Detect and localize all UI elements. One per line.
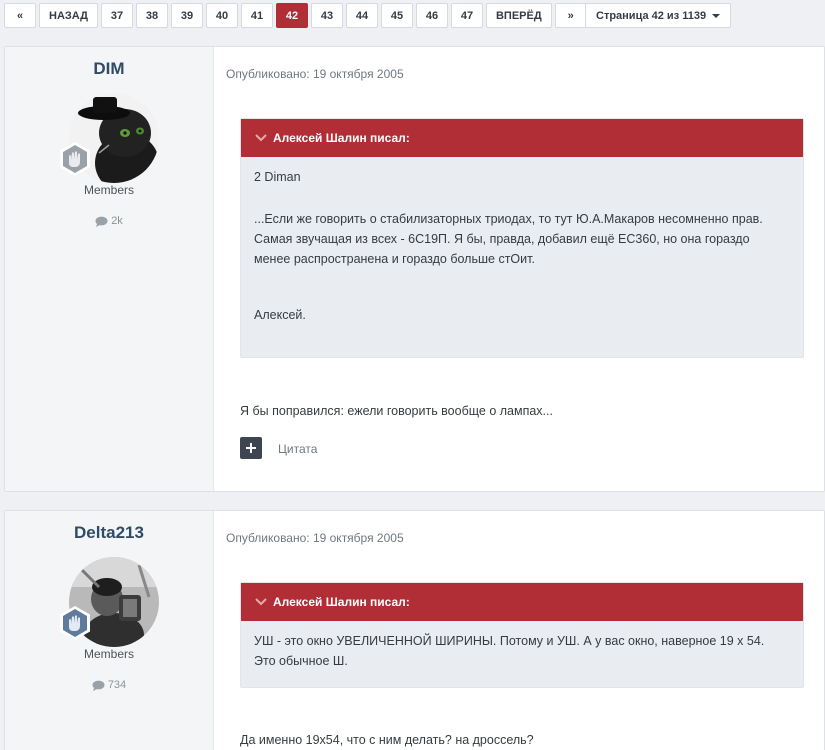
quote-line: Алексей. [254, 308, 306, 322]
quote-body: УШ - это окно УВЕЛИЧЕННОЙ ШИРИНЫ. Потому… [241, 631, 803, 671]
post-count-value: 2k [111, 215, 123, 227]
quote-line: Самая звучащая из всех - 6С19П. Я бы, пр… [254, 232, 750, 246]
comment-icon [95, 216, 108, 227]
post-content: Опубликовано: 19 октября 2005 id: 12446 … [214, 511, 824, 750]
caret-down-icon [712, 13, 721, 18]
post-date[interactable]: Опубликовано: 19 октября 2005 [226, 531, 404, 545]
quote-header[interactable]: Алексей Шалин писал: [241, 583, 803, 621]
quote-author: Алексей Шалин писал: [273, 595, 410, 609]
page-42-button[interactable]: 42 [275, 3, 308, 28]
pagination: « НАЗАД 37 38 39 40 41 42 43 44 45 46 47… [4, 3, 587, 28]
first-page-button[interactable]: « [4, 3, 36, 28]
quote-block: Алексей Шалин писал: УШ - это окно УВЕЛИ… [240, 582, 804, 688]
page-46-button[interactable]: 46 [415, 3, 448, 28]
page-44-button[interactable]: 44 [345, 3, 378, 28]
member-group: Members [83, 183, 134, 197]
author-panel: Delta213 Members 734 [5, 511, 214, 750]
quote-line: менее распространена и гораздо больше ст… [254, 252, 535, 266]
chevron-down-icon [255, 134, 267, 142]
page-jump-dropdown[interactable]: Страница 42 из 1139 [585, 3, 732, 28]
page-45-button[interactable]: 45 [380, 3, 413, 28]
comment-icon [92, 680, 105, 691]
page-41-button[interactable]: 41 [240, 3, 273, 28]
post-text: Я бы поправился: ежели говорить вообще о… [240, 404, 553, 418]
next-page-button[interactable]: ВПЕРЁД [485, 3, 552, 28]
quote-line: ...Если же говорить о стабилизаторных тр… [254, 212, 763, 226]
last-page-button[interactable]: » [554, 3, 587, 28]
quote-line: Это обычное Ш. [254, 654, 348, 668]
quote-block: Алексей Шалин писал: 2 Diman ...Если же … [240, 118, 804, 358]
author-name[interactable]: DIM [5, 59, 213, 79]
post: Delta213 Members 734 Опубликовано: 19 ок… [4, 510, 825, 750]
page-43-button[interactable]: 43 [310, 3, 343, 28]
author-name[interactable]: Delta213 [5, 523, 213, 543]
author-panel: DIM Members 2k [5, 47, 214, 491]
post-count: 2k [5, 215, 213, 227]
quote-body: 2 Diman ...Если же говорить о стабилизат… [241, 167, 803, 325]
page-38-button[interactable]: 38 [135, 3, 168, 28]
quote-line: 2 Diman [254, 170, 301, 184]
page-37-button[interactable]: 37 [100, 3, 133, 28]
post-count-value: 734 [107, 679, 127, 691]
post-text: Да именно 19х54, что с ним делать? на др… [240, 733, 534, 747]
plus-icon [246, 443, 256, 453]
post: DIM Members 2k Опубликовано: 19 октября … [4, 46, 825, 492]
quote-header[interactable]: Алексей Шалин писал: [241, 119, 803, 157]
chevron-down-icon [255, 598, 267, 606]
quote-button[interactable]: Цитата [278, 442, 317, 456]
prev-page-button[interactable]: НАЗАД [39, 3, 98, 28]
rank-badge-icon [57, 605, 93, 641]
quote-line: УШ - это окно УВЕЛИЧЕННОЙ ШИРИНЫ. Потому… [254, 634, 765, 648]
multiquote-button[interactable] [240, 437, 262, 459]
rank-badge-icon [57, 141, 93, 177]
quote-author: Алексей Шалин писал: [273, 131, 410, 145]
post-count: 734 [5, 679, 213, 691]
post-content: Опубликовано: 19 октября 2005 id: 12445 … [214, 47, 824, 491]
post-date[interactable]: Опубликовано: 19 октября 2005 [226, 67, 404, 81]
member-group: Members [83, 647, 134, 661]
page-47-button[interactable]: 47 [450, 3, 483, 28]
page-jump-label: Страница 42 из 1139 [596, 9, 707, 22]
page-39-button[interactable]: 39 [170, 3, 203, 28]
page-40-button[interactable]: 40 [205, 3, 238, 28]
